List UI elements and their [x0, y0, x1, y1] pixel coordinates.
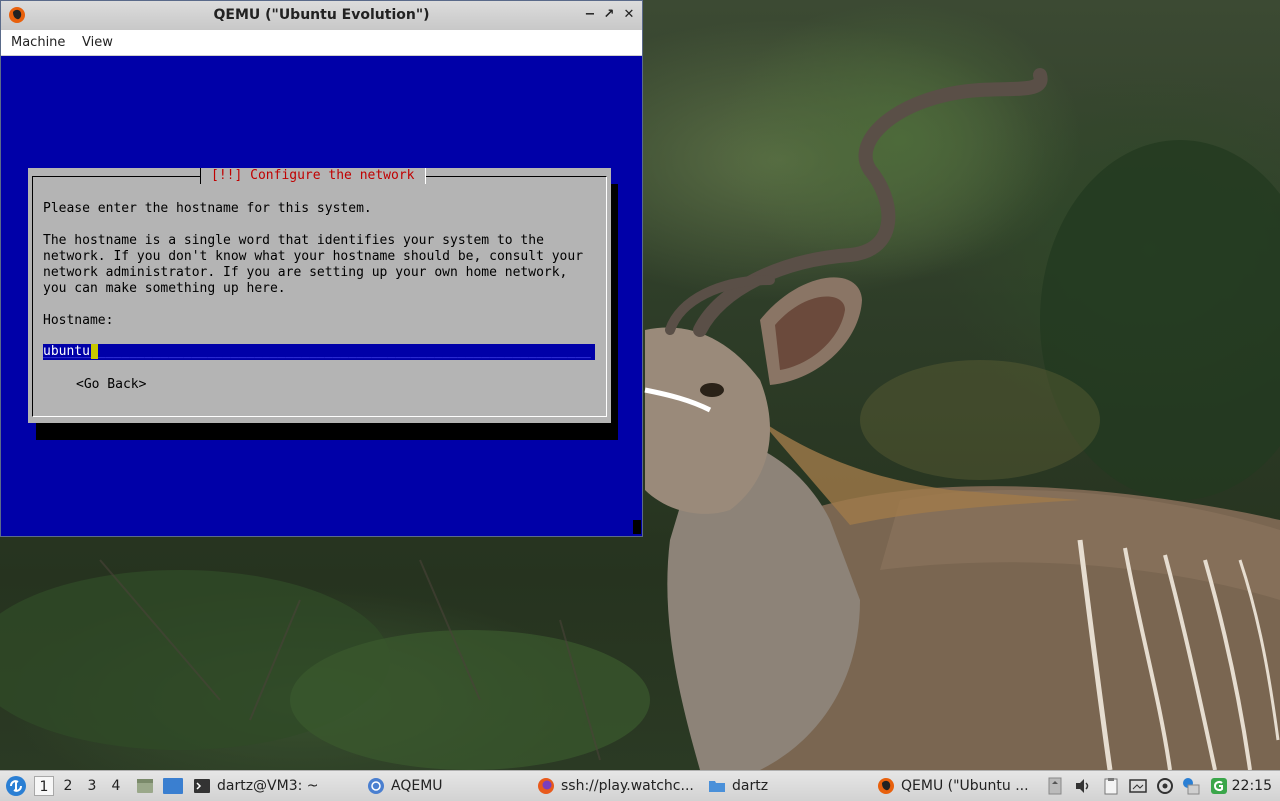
desktop-3[interactable]: 3	[82, 776, 102, 796]
text-cursor	[91, 344, 98, 359]
task-terminal[interactable]: dartz@VM3: ~	[193, 773, 363, 799]
taskbar: 1 2 3 4 dartz@VM3: ~ AQEMU ssh://play.wa…	[0, 770, 1280, 801]
installer-dialog: [!!] Configure the network Please enter …	[28, 168, 611, 423]
task-qemu[interactable]: QEMU ("Ubuntu ...	[877, 773, 1037, 799]
description-line: The hostname is a single word that ident…	[43, 233, 544, 248]
menu-machine[interactable]: Machine	[11, 35, 65, 50]
clipboard-icon[interactable]	[1102, 777, 1120, 795]
close-button[interactable]: ✕	[621, 7, 637, 23]
task-label: ssh://play.watchc...	[561, 778, 694, 794]
task-label: dartz	[732, 778, 769, 794]
desktop-2[interactable]: 2	[58, 776, 78, 796]
folder-icon	[709, 781, 725, 792]
terminal-icon	[194, 779, 210, 793]
update-icon[interactable]	[1156, 777, 1174, 795]
task-firefox[interactable]: ssh://play.watchc...	[537, 773, 702, 799]
task-aqemu[interactable]: AQEMU	[367, 773, 532, 799]
scroll-icon[interactable]	[1046, 777, 1064, 795]
hostname-label: Hostname:	[43, 313, 114, 328]
start-menu-icon[interactable]	[5, 775, 27, 797]
qemu-icon	[878, 778, 894, 794]
clock[interactable]: 22:15	[1232, 771, 1272, 801]
minimize-button[interactable]: −	[582, 7, 598, 23]
hostname-value: ubuntu	[43, 344, 90, 359]
desktop-1[interactable]: 1	[34, 776, 54, 796]
task-label: dartz@VM3: ~	[217, 778, 319, 794]
show-desktop-icon[interactable]	[162, 776, 184, 796]
network-icon[interactable]	[1210, 777, 1228, 795]
firefox-icon	[538, 778, 554, 794]
window-titlebar[interactable]: QEMU ("Ubuntu Evolution") − ↗ ✕	[1, 1, 642, 31]
menu-view[interactable]: View	[82, 35, 113, 50]
menubar: Machine View	[1, 30, 642, 56]
screenshot-icon[interactable]	[1129, 777, 1147, 795]
notification-icon[interactable]	[1182, 777, 1200, 795]
task-label: AQEMU	[391, 778, 443, 794]
field-fill: ________________________________________…	[43, 344, 591, 359]
aqemu-icon	[368, 778, 384, 794]
description-line: network. If you don't know what your hos…	[43, 249, 584, 264]
description-line: network administrator. If you are settin…	[43, 265, 568, 280]
desktop-4[interactable]: 4	[106, 776, 126, 796]
hostname-prompt: Please enter the hostname for this syste…	[43, 201, 372, 216]
hostname-input[interactable]: ________________________________________…	[43, 344, 595, 360]
description-line: you can make something up here.	[43, 281, 286, 296]
maximize-button[interactable]: ↗	[601, 7, 617, 23]
window-title: QEMU ("Ubuntu Evolution")	[213, 7, 430, 23]
volume-icon[interactable]	[1074, 777, 1092, 795]
task-folder[interactable]: dartz	[708, 773, 868, 799]
task-label: QEMU ("Ubuntu ...	[901, 778, 1029, 794]
dialog-title: [!!] Configure the network	[200, 168, 426, 184]
vm-display-corner	[633, 520, 641, 534]
qemu-window[interactable]: QEMU ("Ubuntu Evolution") − ↗ ✕ Machine …	[0, 0, 643, 537]
go-back-button[interactable]: <Go Back>	[76, 377, 146, 393]
file-manager-launcher-icon[interactable]	[135, 776, 155, 796]
